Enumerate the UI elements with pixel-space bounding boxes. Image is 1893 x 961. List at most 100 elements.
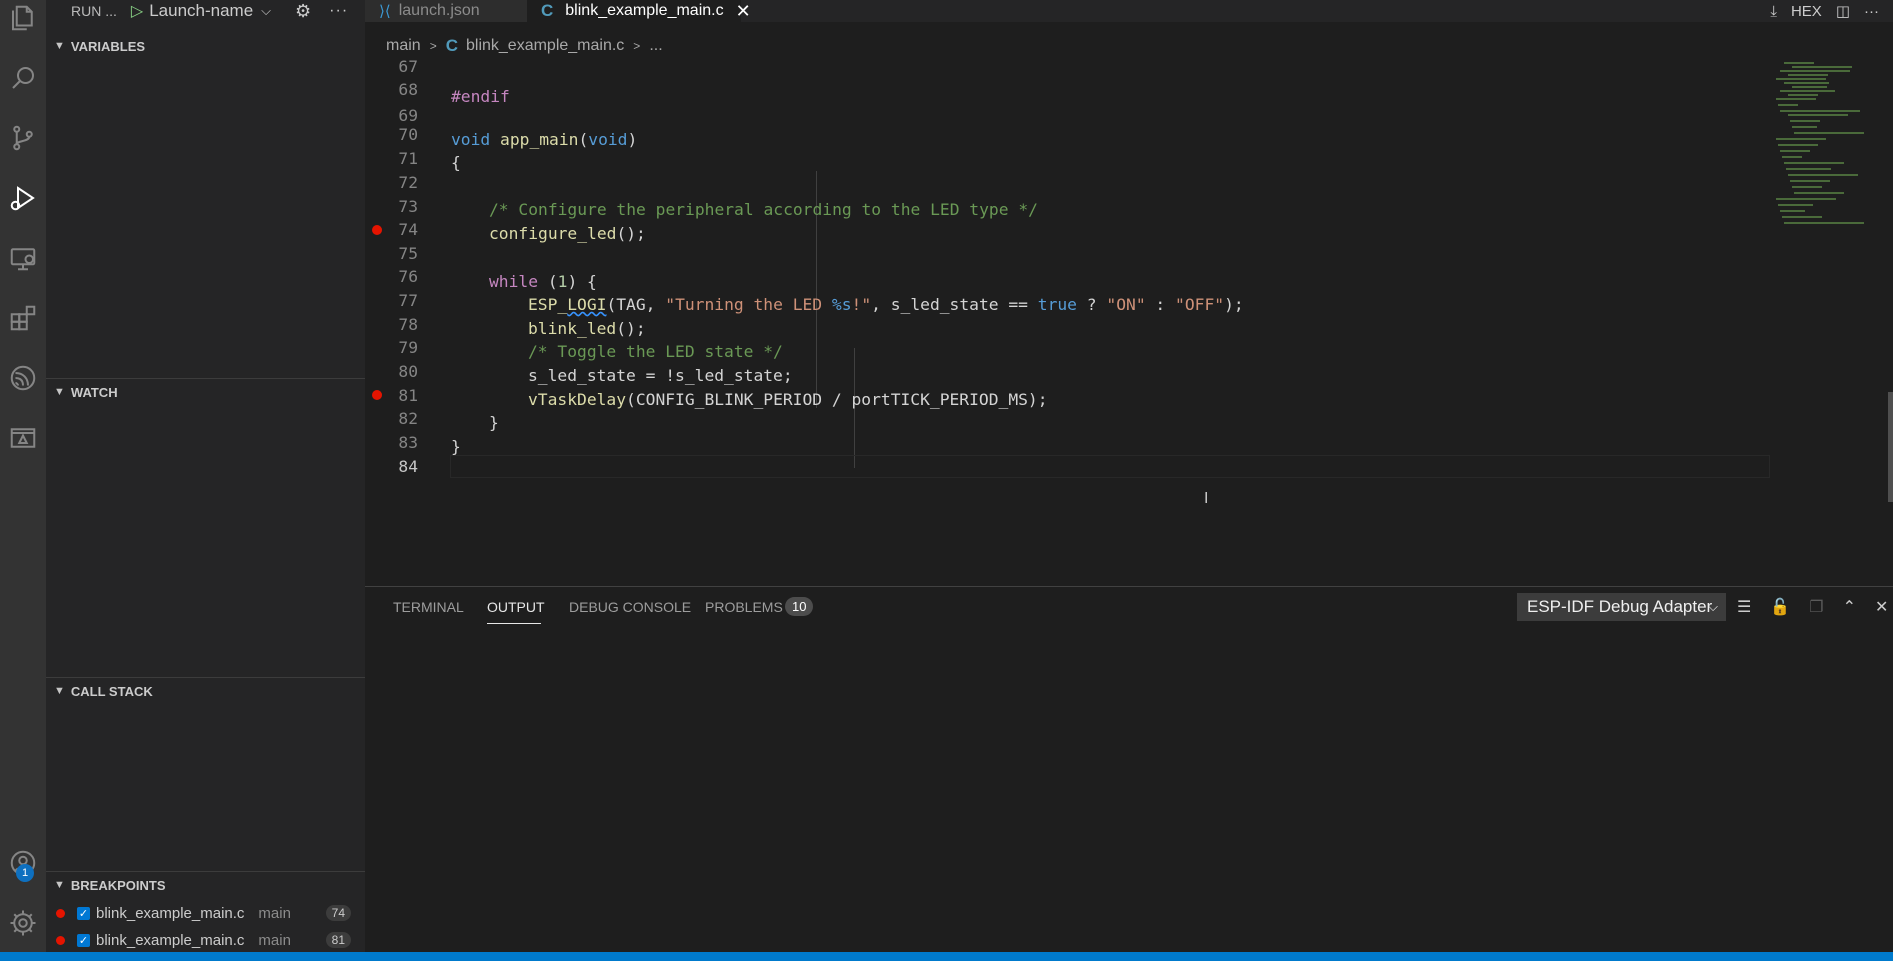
code-token: ) (627, 130, 638, 149)
gear-icon[interactable]: ⚙ (295, 1, 311, 22)
problems-count-badge: 10 (785, 597, 814, 616)
explorer-icon[interactable] (0, 0, 46, 43)
tab-blink-example-main[interactable]: C blink_example_main.c ✕ (527, 0, 751, 22)
editor-scrollbar[interactable] (1888, 392, 1893, 502)
section-divider (46, 871, 365, 872)
open-changes-icon[interactable]: ⤓ (1770, 3, 1777, 20)
code-token: 1 (557, 272, 568, 291)
clear-output-icon[interactable]: ☰ (1737, 597, 1751, 617)
code-text: while (1) { (489, 272, 597, 291)
code-text: ESP_LOGI(TAG, "Turning the LED %s!", s_l… (528, 295, 1244, 314)
vscode-icon: ⟩⟨ (379, 3, 391, 20)
code-text: configure_led(); (489, 224, 646, 243)
close-panel-icon[interactable]: ✕ (1875, 597, 1888, 617)
code-token: (); (616, 224, 646, 243)
minimap[interactable] (1776, 58, 1891, 228)
minimap-stroke (1784, 62, 1814, 64)
minimap-stroke (1792, 126, 1817, 128)
close-icon[interactable]: ✕ (736, 1, 751, 22)
tab-problems[interactable]: PROBLEMS (705, 599, 783, 615)
minimap-stroke (1786, 168, 1831, 170)
search-icon[interactable] (0, 53, 46, 103)
code-token: (CONFIG_BLINK_PERIOD / portTICK_PERIOD_M… (626, 390, 1048, 409)
breakpoint-item[interactable]: ✓ blink_example_main.c main 81 (46, 927, 365, 953)
output-channel-select[interactable]: ESP-IDF Debug Adapter ⌵ (1517, 593, 1726, 621)
minimap-stroke (1778, 144, 1818, 146)
run-debug-sidebar: RUN ... ▷ Launch-name ⌵ ⚙ ··· ▼ VARIABLE… (46, 0, 365, 952)
breakpoint-file: blink_example_main.c (96, 931, 245, 949)
chevron-down-icon: ▼ (54, 40, 65, 52)
hex-view-button[interactable]: HEX (1791, 3, 1822, 20)
panel-actions: ☰ 🔓 ❐ ⌃ ✕ (1737, 597, 1893, 617)
breakpoint-enabled-checkbox[interactable]: ✓ (77, 906, 90, 920)
code-token: (TAG, (606, 295, 666, 314)
maximize-panel-icon[interactable]: ⌃ (1843, 597, 1856, 617)
line-number-row[interactable]: 84 (365, 455, 1765, 478)
code-text: void app_main(void) (451, 130, 637, 149)
active-tab-indicator (487, 623, 541, 624)
minimap-stroke (1784, 82, 1829, 84)
breakpoint-file: blink_example_main.c (96, 904, 245, 922)
open-output-in-editor-icon[interactable]: ❐ (1809, 597, 1823, 617)
breakpoint-line-badge: 81 (325, 932, 351, 948)
call-stack-section-header[interactable]: ▼ CALL STACK (46, 680, 365, 702)
start-debugging-button[interactable]: ▷ (131, 1, 143, 21)
line-number-row[interactable]: 67 (365, 55, 1765, 78)
variables-section-header[interactable]: ▼ VARIABLES (46, 35, 365, 57)
code-text: #endif (451, 87, 510, 106)
source-control-icon[interactable] (0, 113, 46, 163)
breadcrumb-file[interactable]: blink_example_main.c (466, 37, 624, 55)
tab-output[interactable]: OUTPUT (487, 599, 545, 615)
variables-section-title: VARIABLES (70, 38, 146, 54)
tab-launch-json[interactable]: ⟩⟨ launch.json (365, 0, 527, 22)
split-editor-icon[interactable]: ◫ (1836, 2, 1850, 20)
breakpoints-section-header[interactable]: ▼ BREAKPOINTS (46, 874, 365, 896)
chevron-down-icon: ▼ (54, 879, 65, 891)
section-divider (46, 677, 365, 678)
code-line: configure_led(); (365, 222, 1765, 245)
more-actions-icon[interactable]: ··· (1864, 3, 1879, 20)
tab-terminal[interactable]: TERMINAL (393, 599, 464, 615)
line-number: 75 (398, 244, 418, 264)
line-number-row[interactable]: 72 (365, 171, 1765, 194)
minimap-stroke (1776, 98, 1816, 100)
output-channel-label: ESP-IDF Debug Adapter (1527, 597, 1713, 616)
chevron-down-icon[interactable]: ⌵ (261, 3, 271, 19)
tab-debug-console[interactable]: DEBUG CONSOLE (569, 599, 691, 615)
code-token: (); (616, 319, 646, 338)
minimap-stroke (1782, 156, 1802, 158)
breadcrumb: main > C blink_example_main.c > ... (386, 36, 663, 56)
chevron-right-icon: > (429, 39, 437, 53)
code-token: ? (1076, 295, 1107, 314)
watch-section-header[interactable]: ▼ WATCH (46, 381, 365, 403)
code-editor[interactable]: 67 68 69 70 71 72 73 74 75 76 77 78 79 80 81 82 83 84 #en… (365, 56, 1893, 586)
code-token: blink_led (528, 319, 617, 338)
run-debug-icon[interactable] (0, 173, 46, 223)
minimap-stroke (1780, 150, 1810, 152)
code-token: while (489, 272, 539, 291)
code-line: blink_led(); (365, 317, 1765, 340)
manage-gear-icon[interactable] (0, 898, 46, 948)
minimap-stroke (1776, 138, 1826, 140)
remote-explorer-icon[interactable] (0, 233, 46, 283)
eim-icon[interactable] (0, 413, 46, 463)
lock-icon[interactable]: 🔓 (1770, 597, 1790, 617)
minimap-stroke (1778, 204, 1813, 206)
minimap-stroke (1784, 222, 1864, 224)
launch-config-select[interactable]: Launch-name (149, 1, 253, 21)
minimap-stroke (1794, 132, 1864, 134)
espressif-icon[interactable] (0, 353, 46, 403)
breakpoint-dot-icon (56, 935, 65, 945)
editor-actions: ⤓ HEX ◫ ··· (1770, 0, 1893, 22)
line-number-row[interactable]: 75 (365, 242, 1765, 265)
code-line: ESP_LOGI(TAG, "Turning the LED %s!", s_l… (365, 293, 1765, 316)
code-token: "Turning the LED (665, 295, 832, 314)
breadcrumb-symbol[interactable]: ... (649, 37, 662, 55)
breakpoint-enabled-checkbox[interactable]: ✓ (77, 933, 90, 947)
minimap-stroke (1788, 174, 1858, 176)
breadcrumb-folder[interactable]: main (386, 37, 421, 55)
extensions-icon[interactable] (0, 293, 46, 343)
code-line: vTaskDelay(CONFIG_BLINK_PERIOD / portTIC… (365, 388, 1765, 411)
breakpoint-item[interactable]: ✓ blink_example_main.c main 74 (46, 900, 365, 926)
more-actions-icon[interactable]: ··· (329, 2, 348, 20)
